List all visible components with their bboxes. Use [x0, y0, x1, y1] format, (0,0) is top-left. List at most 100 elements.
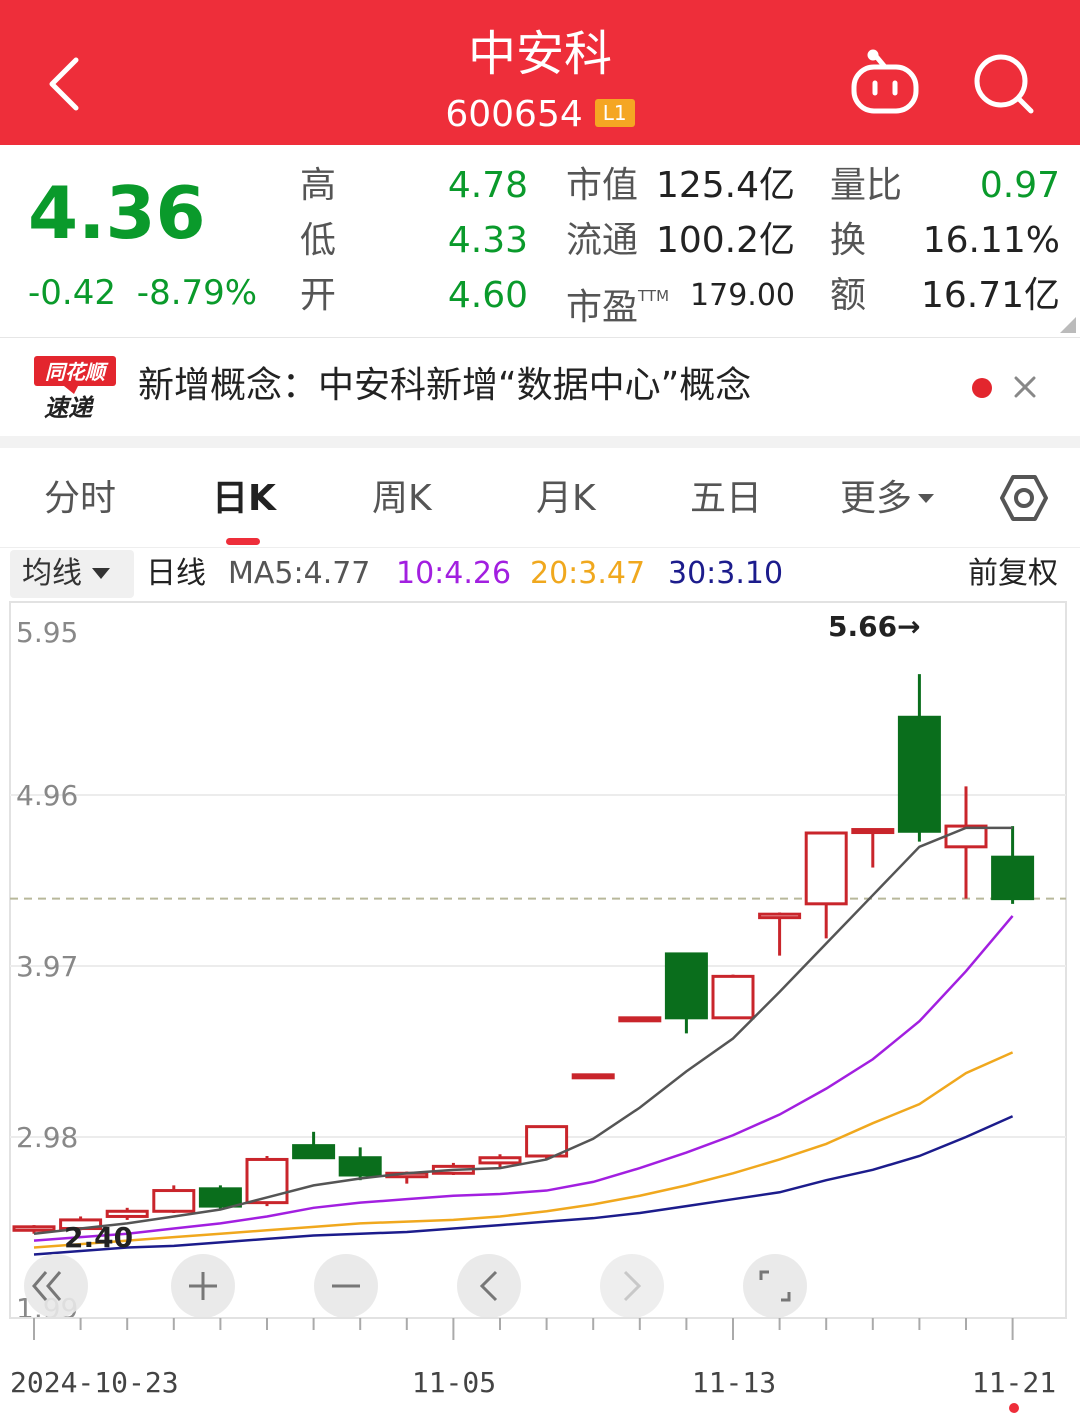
candle-up	[105, 1209, 149, 1218]
y-tick-label: 3.97	[16, 950, 78, 983]
zoom-in-button[interactable]	[171, 1254, 235, 1318]
low-label: 低	[300, 220, 337, 261]
x-tick-label-4: 11-21	[972, 1366, 1056, 1399]
adjust-mode[interactable]: 前复权	[968, 548, 1058, 600]
open-label: 开	[300, 275, 337, 316]
zoom-out-button[interactable]	[314, 1254, 378, 1318]
y-tick-label: 4.96	[16, 779, 78, 812]
level-badge: L1	[594, 99, 635, 127]
x-axis	[10, 1317, 1066, 1340]
candle-up	[618, 1016, 662, 1023]
candle-up	[758, 912, 802, 920]
tab-more-label: 更多	[840, 478, 913, 519]
high-value: 4.78	[447, 165, 528, 206]
search-icon	[974, 54, 1034, 114]
app-header: 中安科 600654 L1	[0, 0, 1080, 145]
turnover-value: 16.11%	[922, 220, 1060, 261]
open-value: 4.60	[447, 275, 528, 316]
pe-value: 179.00	[690, 278, 795, 313]
pe-label: 市盈TTM	[566, 271, 669, 333]
ma-type-select[interactable]: 均线	[10, 550, 134, 598]
candle-down	[991, 855, 1035, 901]
candle-up	[152, 1189, 196, 1213]
quote-panel: 4.36 -0.42 -8.79% 高 4.78 低 4.33 开 4.60 市…	[0, 145, 1080, 338]
chart-controls	[24, 1254, 807, 1318]
tab-more[interactable]: 更多	[840, 474, 936, 524]
candle-up	[804, 831, 848, 906]
change-amount: -0.42	[28, 273, 116, 313]
pe-label-text: 市盈	[566, 287, 639, 328]
ma-line-MA5	[33, 826, 1013, 1235]
ma20-legend: 20:3.47	[530, 556, 646, 591]
candle-up	[525, 1125, 569, 1158]
scroll-to-start-button[interactable]	[24, 1254, 88, 1318]
tab-monthly-k[interactable]: 月K	[536, 474, 596, 524]
tab-intraday[interactable]: 分时	[44, 474, 116, 524]
candlestick-chart[interactable]: 5.954.963.972.981.99 5.66→ 2.40	[0, 600, 1080, 1428]
vol-ratio-value: 0.97	[979, 165, 1060, 206]
chart-settings-button[interactable]	[998, 472, 1050, 524]
low-annotation: 2.40	[64, 1221, 133, 1254]
candle-down	[198, 1187, 242, 1208]
hexagon-settings-icon	[1000, 475, 1048, 521]
ma10-legend: 10:4.26	[396, 556, 512, 591]
pan-left-button[interactable]	[457, 1254, 521, 1318]
caret-down-icon	[918, 494, 935, 503]
candle-up	[711, 974, 755, 1020]
candle-up	[245, 1157, 289, 1205]
candle-up	[478, 1156, 522, 1165]
mktcap-value: 125.4亿	[655, 165, 795, 206]
period-label: 日线	[146, 556, 206, 591]
robot-assistant-button[interactable]	[845, 45, 925, 125]
candle-up	[944, 824, 988, 849]
candles-group	[12, 674, 1035, 1234]
high-label: 高	[300, 165, 337, 206]
high-annotation: 5.66→	[828, 610, 921, 643]
search-button[interactable]	[965, 45, 1045, 125]
close-button[interactable]	[1012, 374, 1038, 400]
caret-down-icon	[92, 568, 110, 579]
news-ticker[interactable]: 同花顺 速递 新增概念：中安科新增“数据中心”概念	[0, 338, 1080, 436]
chart-grid	[10, 794, 1066, 1138]
robot-assistant-icon	[851, 49, 919, 114]
tonghuashun-express-logo: 同花顺 速递	[34, 356, 116, 422]
vol-ratio-label: 量比	[830, 165, 903, 206]
low-value: 4.33	[447, 220, 528, 261]
stock-code: 600654	[445, 94, 583, 135]
tab-weekly-k[interactable]: 周K	[372, 474, 432, 524]
x-tick-label-2: 11-05	[412, 1366, 496, 1399]
y-tick-label: 2.98	[16, 1121, 78, 1154]
ma5-legend: MA5:4.77	[228, 556, 371, 591]
current-price: 4.36	[28, 171, 206, 255]
ma-line-20	[33, 1051, 1014, 1249]
close-icon	[1014, 376, 1036, 398]
tab-five-day[interactable]: 五日	[690, 474, 762, 524]
period-tabs: 分时 日K 周K 月K 五日 更多	[0, 448, 1080, 548]
pan-right-button[interactable]	[600, 1254, 664, 1318]
expand-corner-icon[interactable]	[1060, 317, 1076, 333]
fullscreen-button[interactable]	[743, 1254, 807, 1318]
float-value: 100.2亿	[655, 220, 795, 261]
float-label: 流通	[566, 220, 639, 261]
section-separator	[0, 436, 1080, 448]
ma30-legend: 30:3.10	[668, 556, 784, 591]
price-change: -0.42 -8.79%	[28, 271, 257, 315]
tab-daily-k[interactable]: 日K	[212, 474, 276, 524]
pe-ttm-sup: TTM	[638, 287, 670, 305]
y-tick-label: 5.95	[16, 616, 78, 649]
candle-down	[897, 715, 941, 833]
amount-value: 16.71亿	[920, 275, 1060, 316]
amount-label: 额	[830, 275, 867, 316]
candle-up	[571, 1073, 615, 1080]
change-percent: -8.79%	[136, 273, 258, 313]
candle-up	[851, 828, 895, 835]
current-date-marker	[1009, 1403, 1019, 1413]
mktcap-label: 市值	[566, 165, 639, 206]
candle-up	[12, 1225, 56, 1232]
x-tick-label-1: 2024-10-23	[10, 1366, 179, 1399]
logo-top-text: 同花顺	[45, 360, 109, 384]
candle-down	[664, 952, 708, 1020]
ma-select-label: 均线	[22, 556, 82, 591]
x-tick-label-3: 11-13	[692, 1366, 776, 1399]
news-text[interactable]: 新增概念：中安科新增“数据中心”概念	[138, 360, 751, 412]
